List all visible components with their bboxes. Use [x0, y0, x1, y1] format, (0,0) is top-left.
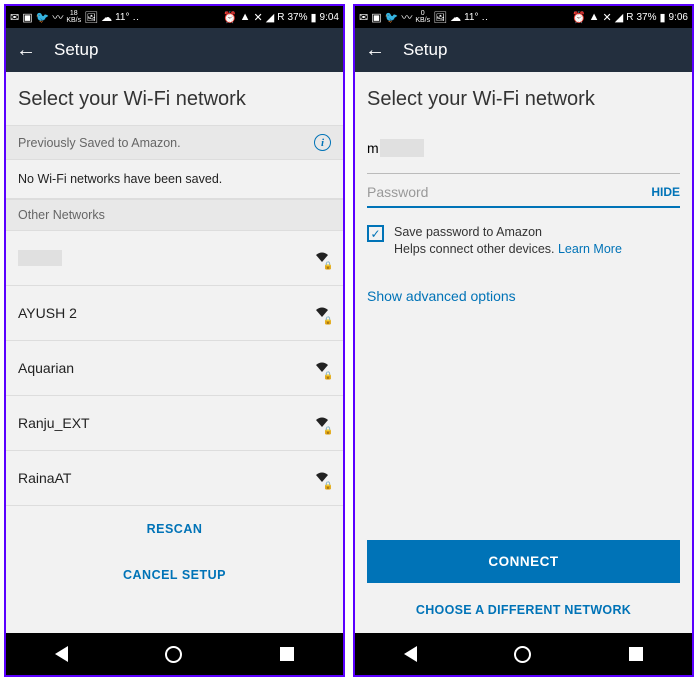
choose-different-network-button[interactable]: CHOOSE A DIFFERENT NETWORK: [355, 591, 692, 627]
save-subtitle: Helps connect other devices.: [394, 242, 558, 256]
network-name: RainaAT: [18, 470, 71, 486]
learn-more-link[interactable]: Learn More: [558, 242, 622, 256]
mustache-icon: 〰: [401, 9, 412, 25]
hide-password-button[interactable]: HIDE: [651, 185, 680, 199]
network-row[interactable]: Ranju_EXT 🔒: [6, 396, 343, 451]
nav-home-icon[interactable]: [165, 646, 182, 663]
no-saved-text: No Wi-Fi networks have been saved.: [6, 160, 343, 199]
nav-recent-icon[interactable]: [629, 647, 643, 661]
wifi-lock-icon: 🔒: [313, 359, 331, 377]
checkbox-checked-icon[interactable]: ✓: [367, 225, 384, 242]
connect-button[interactable]: CONNECT: [367, 540, 680, 583]
nav-bar: [355, 633, 692, 675]
save-title: Save password to Amazon: [394, 224, 622, 241]
network-name: Ranju_EXT: [18, 415, 90, 431]
cloud-icon: ☁: [101, 11, 112, 24]
twitter-icon: 🐦: [385, 11, 399, 24]
network-row[interactable]: RainaAT 🔒: [6, 451, 343, 506]
app-bar: ← Setup: [355, 28, 692, 72]
app-bar: ← Setup: [6, 28, 343, 72]
network-row[interactable]: AYUSH 2 🔒: [6, 286, 343, 341]
battery-pct: 37%: [636, 12, 656, 23]
page-heading: Select your Wi-Fi network: [355, 72, 692, 125]
nav-recent-icon[interactable]: [280, 647, 294, 661]
clock: 9:06: [669, 12, 688, 23]
signal-icon: ◢: [615, 11, 623, 24]
phone-left: ✉ ▣ 🐦 〰 18KB/s 🖼 ☁ 11° ‥ ⏰ ▲ ✕ ◢ R 37% ▮…: [4, 4, 345, 677]
app-title: Setup: [403, 40, 447, 60]
cancel-setup-button[interactable]: CANCEL SETUP: [123, 568, 226, 582]
wifi-lock-icon: 🔒: [313, 469, 331, 487]
nav-home-icon[interactable]: [514, 646, 531, 663]
nav-back-icon[interactable]: [404, 646, 417, 662]
selected-ssid: m: [355, 125, 692, 167]
wifi-lock-icon: 🔒: [313, 304, 331, 322]
advanced-options-link[interactable]: Show advanced options: [355, 264, 692, 328]
save-password-row[interactable]: ✓ Save password to Amazon Helps connect …: [355, 208, 692, 264]
dots-icon: ‥: [132, 12, 139, 23]
gmail-icon: ✉: [359, 11, 368, 24]
nav-back-icon[interactable]: [55, 646, 68, 662]
temp: 11°: [464, 12, 478, 23]
message-icon: ▣: [371, 11, 381, 24]
rescan-button[interactable]: RESCAN: [147, 522, 203, 536]
image-icon: 🖼: [433, 11, 447, 24]
mustache-icon: 〰: [52, 9, 63, 25]
prev-saved-row: Previously Saved to Amazon. i: [6, 125, 343, 160]
info-icon[interactable]: i: [314, 134, 331, 151]
image-icon: 🖼: [84, 11, 98, 24]
battery-pct: 37%: [287, 12, 307, 23]
wifi-icon: ▲: [240, 11, 251, 23]
wifi-lock-icon: 🔒: [313, 414, 331, 432]
dots-icon: ‥: [481, 12, 488, 23]
password-input[interactable]: Password HIDE: [367, 173, 680, 208]
battery-icon: ▮: [659, 11, 665, 24]
alarm-icon: ⏰: [223, 11, 237, 24]
back-icon[interactable]: ←: [365, 39, 385, 62]
page-heading: Select your Wi-Fi network: [6, 72, 343, 125]
redacted-ssid: [380, 139, 424, 157]
battery-icon: ▮: [310, 11, 316, 24]
signal-icon: ◢: [266, 11, 274, 24]
nav-bar: [6, 633, 343, 675]
status-bar: ✉ ▣ 🐦 〰 0KB/s 🖼 ☁ 11° ‥ ⏰ ▲ ✕ ◢ R 37% ▮ …: [355, 6, 692, 28]
status-bar: ✉ ▣ 🐦 〰 18KB/s 🖼 ☁ 11° ‥ ⏰ ▲ ✕ ◢ R 37% ▮…: [6, 6, 343, 28]
network-name: Aquarian: [18, 360, 74, 376]
wifi-lock-icon: 🔒: [313, 249, 331, 267]
wifi-icon: ▲: [589, 11, 600, 23]
network-row[interactable]: 🔒: [6, 231, 343, 286]
twitter-icon: 🐦: [36, 11, 50, 24]
back-icon[interactable]: ←: [16, 39, 36, 62]
alarm-icon: ⏰: [572, 11, 586, 24]
nosignal-icon: ✕: [254, 11, 263, 24]
other-networks-label: Other Networks: [6, 199, 343, 231]
cloud-icon: ☁: [450, 11, 461, 24]
network-name: AYUSH 2: [18, 305, 77, 321]
message-icon: ▣: [22, 11, 32, 24]
roaming: R: [277, 12, 284, 23]
phone-right: ✉ ▣ 🐦 〰 0KB/s 🖼 ☁ 11° ‥ ⏰ ▲ ✕ ◢ R 37% ▮ …: [353, 4, 694, 677]
temp: 11°: [115, 12, 129, 23]
redacted-ssid: [18, 250, 62, 266]
clock: 9:04: [320, 12, 339, 23]
gmail-icon: ✉: [10, 11, 19, 24]
password-placeholder: Password: [367, 184, 428, 200]
nosignal-icon: ✕: [603, 11, 612, 24]
roaming: R: [626, 12, 633, 23]
network-row[interactable]: Aquarian 🔒: [6, 341, 343, 396]
app-title: Setup: [54, 40, 98, 60]
